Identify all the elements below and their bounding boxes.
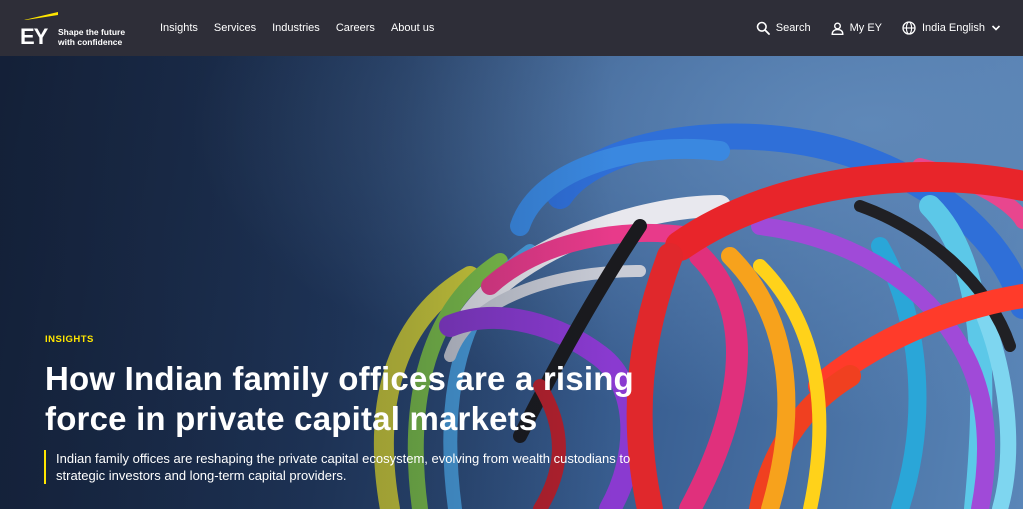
summary-line-1: Indian family offices are reshaping the … [56,451,631,466]
headline-line-1: How Indian family offices are a rising [45,360,634,397]
locale-label: India English [922,22,985,34]
logo-accent-bar [24,12,58,20]
my-ey-button[interactable]: My EY [831,22,882,35]
locale-selector[interactable]: India English [902,21,1001,35]
user-icon [831,22,844,35]
logo-wordmark: EY [20,24,48,49]
hero-summary: Indian family offices are reshaping the … [44,450,676,484]
hero-content: INSIGHTS How Indian family offices are a… [44,334,685,484]
primary-nav: Insights Services Industries Careers Abo… [158,22,442,34]
nav-item-careers[interactable]: Careers [328,22,383,34]
nav-item-about-us[interactable]: About us [383,22,442,34]
tagline-line-1: Shape the future [58,27,126,37]
nav-item-insights[interactable]: Insights [158,22,206,34]
globe-icon [902,21,916,35]
nav-item-services[interactable]: Services [206,22,264,34]
tagline-line-2: with confidence [58,37,123,47]
hero-banner[interactable]: INSIGHTS How Indian family offices are a… [0,56,1023,509]
nav-item-industries[interactable]: Industries [264,22,328,34]
search-icon [756,21,770,35]
headline-line-2: force in private capital markets [45,400,538,437]
my-ey-label: My EY [849,22,882,34]
utility-nav: Search My EY India English [756,0,1001,56]
ey-logo[interactable]: EY Shape the future with confidence [20,6,128,50]
page: EY Shape the future with confidence Insi… [0,0,1023,509]
site-header: EY Shape the future with confidence Insi… [0,0,1023,56]
chevron-down-icon [991,25,1001,31]
summary-line-2: strategic investors and long-term capita… [56,468,347,483]
search-button[interactable]: Search [756,21,811,35]
logo-mark: EY [20,6,58,50]
hero-eyebrow: INSIGHTS [45,334,94,345]
logo-tagline: Shape the future with confidence [58,27,128,47]
hero-headline[interactable]: How Indian family offices are a rising f… [45,359,685,439]
search-label: Search [775,22,811,34]
